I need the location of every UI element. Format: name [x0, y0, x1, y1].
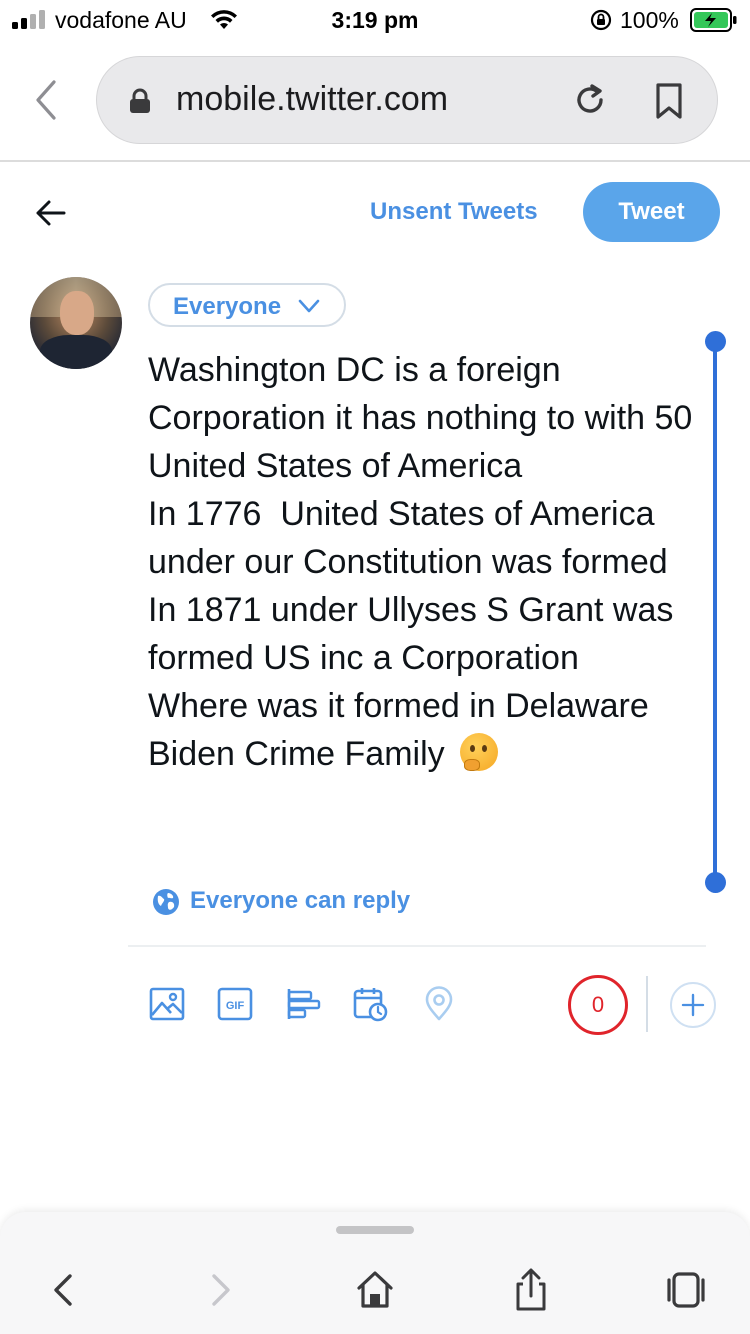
status-bar: vodafone AU 3:19 pm 100%: [0, 0, 750, 42]
poll-icon[interactable]: [285, 986, 321, 1022]
share-icon[interactable]: [509, 1266, 553, 1314]
reload-icon[interactable]: [572, 82, 608, 118]
url-text[interactable]: mobile.twitter.com: [176, 80, 448, 119]
browser-back-icon[interactable]: [42, 1266, 86, 1314]
add-icon[interactable]: [670, 982, 716, 1028]
audience-selector[interactable]: Everyone: [148, 283, 346, 327]
tabs-icon[interactable]: [664, 1266, 708, 1314]
page: vodafone AU 3:19 pm 100% mobile.twitter.…: [0, 0, 750, 1334]
battery-icon: [690, 8, 737, 32]
bookmark-icon[interactable]: [652, 82, 686, 120]
gif-icon[interactable]: GIF: [217, 986, 253, 1022]
reply-setting-label: Everyone can reply: [190, 887, 411, 914]
svg-text:GIF: GIF: [226, 1000, 245, 1012]
selection-handle-top[interactable]: [705, 331, 726, 352]
tweet-textarea[interactable]: Washington DC is a foreign Corporation i…: [148, 346, 728, 826]
browser-forward-icon[interactable]: [198, 1266, 242, 1314]
grabber-handle[interactable]: [336, 1226, 414, 1234]
divider: [0, 160, 750, 162]
chevron-down-icon: [298, 299, 320, 313]
battery-percent: 100%: [620, 7, 679, 33]
audience-label: Everyone: [173, 293, 282, 320]
unsent-tweets-link[interactable]: Unsent Tweets: [370, 198, 538, 226]
tweet-button[interactable]: Tweet: [583, 182, 720, 242]
rotation-lock-icon: [590, 9, 612, 31]
character-counter: 0: [568, 975, 628, 1035]
tweet-text: Washington DC is a foreign Corporation i…: [148, 351, 693, 773]
divider: [646, 976, 648, 1032]
location-icon[interactable]: [421, 986, 457, 1022]
globe-icon: [153, 889, 179, 915]
thinking-face-icon: [460, 733, 499, 771]
browser-back-icon[interactable]: [30, 78, 62, 122]
avatar[interactable]: [30, 277, 122, 369]
schedule-icon[interactable]: [353, 986, 389, 1022]
selection-bar: [713, 340, 717, 884]
home-icon[interactable]: [353, 1266, 397, 1314]
selection-handle-bottom[interactable]: [705, 872, 726, 893]
image-icon[interactable]: [149, 986, 185, 1022]
back-arrow-icon[interactable]: [34, 196, 68, 230]
divider: [128, 945, 706, 947]
lock-icon: [130, 88, 150, 113]
